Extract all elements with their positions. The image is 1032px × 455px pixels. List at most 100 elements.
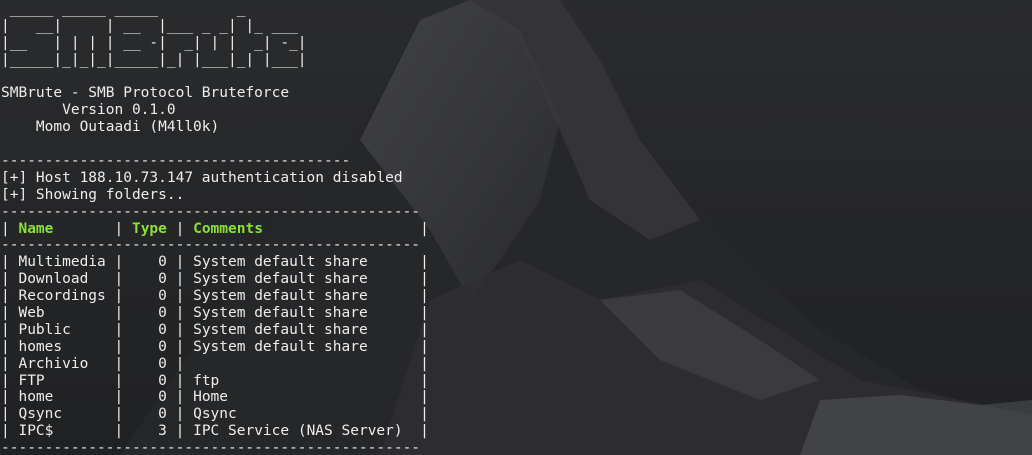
table-sep: | [114, 355, 132, 372]
table-row: | Public | 0 | System default share | [1, 322, 429, 339]
table-sep: | [420, 355, 429, 372]
cell-comment: System default share [193, 305, 421, 322]
cell-comment: System default share [193, 288, 421, 305]
cell-type: 0 [131, 321, 167, 338]
cell-type: 0 [131, 372, 167, 389]
cell-comment: Home [193, 389, 421, 406]
table-sep: | [166, 423, 194, 440]
intro-line: Version 0.1.0 [1, 102, 176, 119]
table-sep: | [166, 321, 194, 338]
table-sep: | [262, 220, 429, 237]
table-sep: | [1, 389, 19, 406]
cell-name: home [18, 389, 115, 406]
ascii-banner-line: |__ | | | | __ -| _| | | _| -_| [1, 34, 307, 51]
cell-name: Web [18, 305, 115, 322]
cell-name: FTP [18, 372, 115, 389]
table-row: | Web | 0 | System default share | [1, 305, 429, 322]
table-sep: | [1, 355, 19, 372]
table-sep: | [166, 254, 194, 271]
table-row: | Multimedia | 0 | System default share … [1, 254, 429, 271]
table-sep: | [166, 355, 194, 372]
header-type: Type [131, 220, 167, 237]
cell-name: Qsync [18, 406, 115, 423]
table-sep: | [166, 338, 194, 355]
table-sep: | [114, 389, 132, 406]
header-comments: Comments [193, 220, 263, 237]
table-row: | home | 0 | Home | [1, 389, 429, 406]
cell-type: 3 [131, 423, 167, 440]
table-sep: | [114, 321, 132, 338]
table-sep: | [420, 271, 429, 288]
table-sep: | [420, 288, 429, 305]
table-sep: | [1, 254, 19, 271]
table-row: | Archivio | 0 | | [1, 356, 429, 373]
cell-name: Public [18, 321, 115, 338]
table-sep: | [166, 305, 194, 322]
ascii-banner-line: |_____|_|_|_|_____|_| |___|_| |___| [1, 51, 307, 68]
status-message: [+] Host 188.10.73.147 authentication di… [1, 169, 403, 186]
table-header-row: | Name | Type | Comments | [1, 221, 429, 238]
table-sep: | [166, 271, 194, 288]
cell-name: Download [18, 271, 115, 288]
cell-name: Multimedia [18, 254, 115, 271]
cell-type: 0 [131, 254, 167, 271]
table-row: | Download | 0 | System default share | [1, 271, 429, 288]
table-sep: | [166, 288, 194, 305]
table-border: ----------------------------------------… [1, 203, 421, 220]
table-sep: | [166, 389, 194, 406]
table-border: ----------------------------------------… [1, 440, 421, 455]
table-sep: | [1, 305, 19, 322]
cell-comment: System default share [193, 254, 421, 271]
table-sep: | [420, 338, 429, 355]
table-sep: | [166, 372, 194, 389]
cell-comment: System default share [193, 321, 421, 338]
cell-type: 0 [131, 389, 167, 406]
table-row: | Recordings | 0 | System default share … [1, 288, 429, 305]
cell-type: 0 [131, 288, 167, 305]
table-sep: | [114, 338, 132, 355]
table-sep: | [1, 288, 19, 305]
cell-comment: IPC Service (NAS Server) [193, 423, 421, 440]
status-message: [+] Showing folders.. [1, 186, 185, 203]
cell-comment: System default share [193, 338, 421, 355]
table-sep: | [114, 305, 132, 322]
cell-name: homes [18, 338, 115, 355]
table-sep: | [420, 423, 429, 440]
table-sep: | [166, 220, 194, 237]
table-sep: | [114, 288, 132, 305]
terminal-window[interactable]: _____ _____ _____ _ | __| | __ |___ _ _|… [0, 0, 1032, 455]
table-sep: | [1, 406, 19, 423]
cell-type: 0 [131, 355, 167, 372]
table-sep: | [1, 338, 19, 355]
cell-type: 0 [131, 271, 167, 288]
cell-comment: System default share [193, 271, 421, 288]
table-sep: | [1, 423, 19, 440]
table-sep: | [420, 321, 429, 338]
cell-name: IPC$ [18, 423, 115, 440]
table-sep: | [1, 372, 19, 389]
cell-name: Recordings [18, 288, 115, 305]
table-sep: | [53, 220, 132, 237]
table-sep: | [166, 406, 194, 423]
cell-comment: Qsync [193, 406, 421, 423]
terminal-output[interactable]: _____ _____ _____ _ | __| | __ |___ _ _|… [1, 1, 429, 455]
table-row: | Qsync | 0 | Qsync | [1, 406, 429, 423]
table-sep: | [420, 372, 429, 389]
table-sep: | [1, 271, 19, 288]
table-sep: | [114, 406, 132, 423]
cell-type: 0 [131, 406, 167, 423]
table-sep: | [114, 271, 132, 288]
table-sep: | [1, 220, 19, 237]
table-row: | FTP | 0 | ftp | [1, 373, 429, 390]
cell-type: 0 [131, 305, 167, 322]
intro-line [1, 136, 429, 153]
table-sep: | [114, 423, 132, 440]
divider-line: ---------------------------------------- [1, 153, 351, 170]
table-sep: | [114, 372, 132, 389]
cell-comment [193, 356, 420, 372]
header-name: Name [18, 220, 54, 237]
table-sep: | [420, 254, 429, 271]
table-row: | IPC$ | 3 | IPC Service (NAS Server) | [1, 423, 429, 440]
table-sep: | [1, 321, 19, 338]
table-row: | homes | 0 | System default share | [1, 339, 429, 356]
